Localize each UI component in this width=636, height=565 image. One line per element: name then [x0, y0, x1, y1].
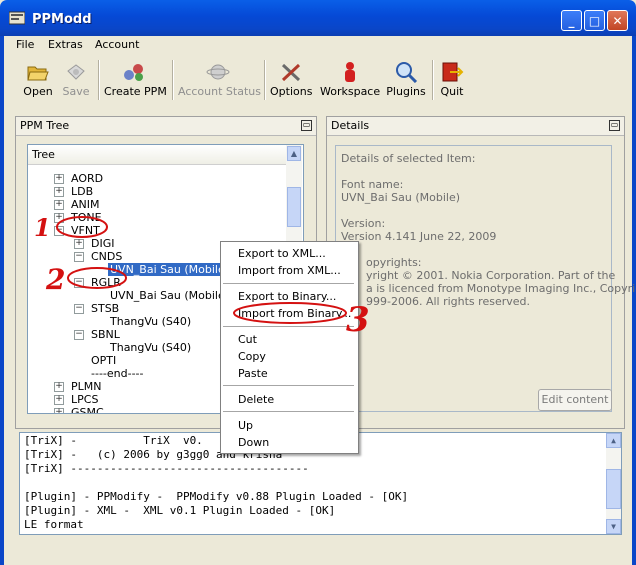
annotation-circle-rglr	[67, 267, 127, 289]
annotation-overlay	[56, 216, 347, 324]
annotation-number-2: 2	[46, 263, 66, 296]
annotation-circle-vfnt	[56, 216, 108, 238]
annotation-circle-import-binary	[233, 302, 347, 324]
annotation-number-1: 1	[34, 213, 51, 242]
annotation-number-3: 3	[346, 300, 370, 340]
